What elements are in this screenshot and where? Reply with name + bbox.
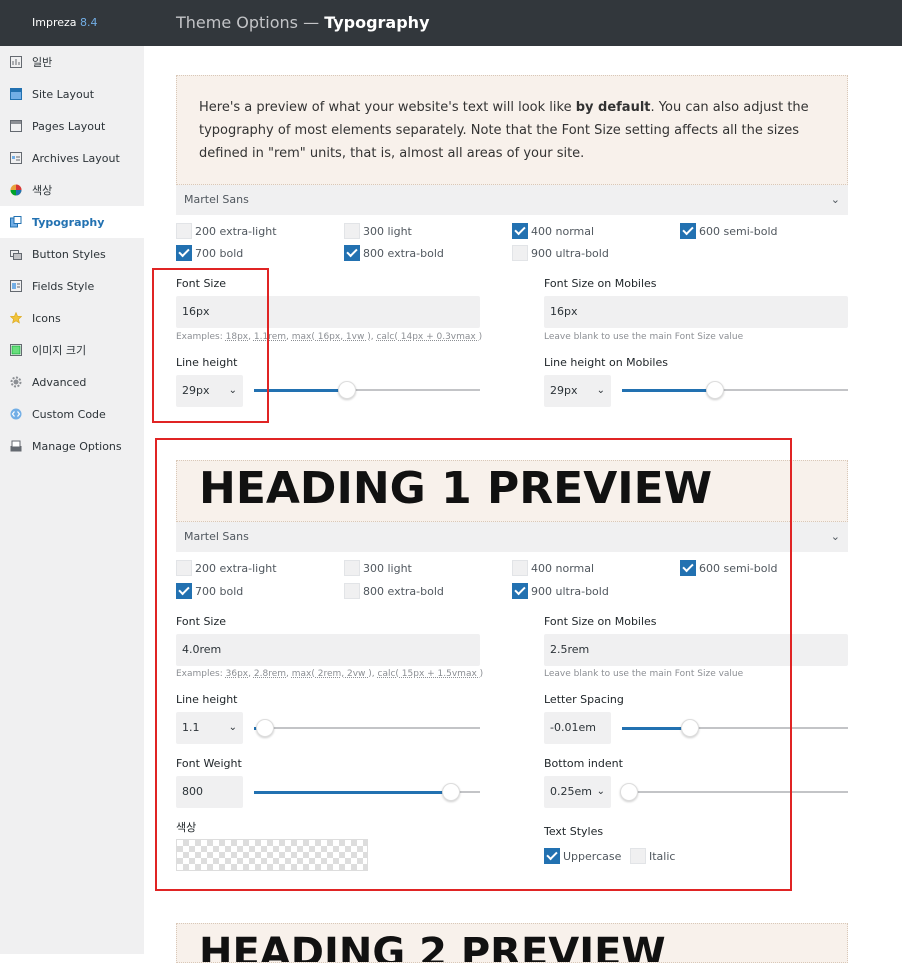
weight-checkbox[interactable]: 200 extra-light (176, 222, 277, 240)
checkbox[interactable] (344, 245, 360, 261)
brand: Impreza 8.4 (0, 0, 144, 46)
main-content: Here's a preview of what your website's … (144, 46, 902, 963)
line-height-slider-handle[interactable] (337, 381, 356, 399)
checkbox[interactable] (512, 245, 528, 261)
highlight-box-heading-1 (155, 438, 792, 891)
sidebar-item-label: Fields Style (32, 279, 95, 293)
line-height-mobile-label: Line height on Mobiles (544, 356, 668, 369)
h2-preview-text: HEADING 2 PREVIEW (199, 930, 666, 963)
site-layout-icon (10, 88, 22, 100)
checkbox[interactable] (176, 245, 192, 261)
sidebar-item-label: Manage Options (32, 439, 122, 453)
sidebar-item-custom-code[interactable]: Custom Code (0, 398, 144, 430)
sidebar-item-label: Site Layout (32, 87, 95, 101)
chevron-down-icon: ⌄ (596, 385, 605, 396)
sidebar-item-button-styles[interactable]: Button Styles (0, 238, 144, 270)
app-version: 8.4 (80, 16, 98, 29)
sidebar-item-site-layout[interactable]: Site Layout (0, 78, 144, 110)
sidebar-item-manage-options[interactable]: Manage Options (0, 430, 144, 462)
pages-layout-icon (10, 120, 22, 132)
admin-sidebar: Impreza 8.4 일반 Site Layout Pages Layout … (0, 0, 144, 954)
line-height-mobile-slider-fill (622, 388, 715, 392)
sidebar-item-image-sizes[interactable]: 이미지 크기 (0, 334, 144, 366)
weight-checkbox[interactable]: 300 light (344, 222, 412, 240)
sidebar-item-label: Custom Code (32, 407, 106, 421)
chevron-down-icon: ⌄ (830, 530, 840, 543)
chevron-down-icon: ⌄ (830, 193, 840, 206)
button-styles-icon (10, 250, 22, 260)
sidebar-item-label: Typography (32, 215, 105, 229)
line-height-mobile-select[interactable]: 29px ⌄ (544, 375, 611, 407)
sidebar-item-label: Pages Layout (32, 119, 106, 133)
sidebar-item-label: Icons (32, 311, 61, 325)
intro-text: Here's a preview of what your website's … (199, 100, 809, 161)
mobile-hint: Leave blank to use the main Font Size va… (544, 332, 744, 342)
star-icon (10, 312, 22, 324)
general-icon (10, 56, 22, 68)
sidebar-item-advanced[interactable]: Advanced (0, 366, 144, 398)
sidebar-item-label: 일반 (32, 56, 53, 69)
sidebar-item-archives-layout[interactable]: Archives Layout (0, 142, 144, 174)
sidebar-item-pages-layout[interactable]: Pages Layout (0, 110, 144, 142)
sidebar-item-fields-style[interactable]: Fields Style (0, 270, 144, 302)
sidebar-item-label: Button Styles (32, 247, 106, 261)
sidebar-item-general[interactable]: 일반 (0, 46, 144, 78)
image-size-icon (10, 344, 22, 356)
checkbox[interactable] (344, 223, 360, 239)
line-height-mobile-slider-handle[interactable] (705, 381, 724, 399)
app-name: Impreza (32, 16, 77, 29)
archives-layout-icon (10, 152, 22, 164)
weight-checkbox[interactable]: 600 semi-bold (680, 222, 777, 240)
font-size-mobile-input[interactable]: 16px (544, 296, 848, 328)
sidebar-item-colors[interactable]: 색상 (0, 174, 144, 206)
weight-checkbox[interactable]: 400 normal (512, 222, 594, 240)
weight-checkbox[interactable]: 800 extra-bold (344, 244, 444, 262)
checkbox[interactable] (176, 223, 192, 239)
typography-icon (10, 216, 22, 228)
manage-options-icon (10, 440, 22, 452)
color-wheel-icon (10, 184, 22, 196)
highlight-box-body-font-size (152, 268, 269, 423)
sidebar-item-label: Archives Layout (32, 151, 120, 165)
sidebar-item-label: 색상 (32, 184, 53, 197)
body-font-family-select[interactable]: Martel Sans ⌄ (176, 185, 848, 215)
gear-icon (10, 376, 22, 388)
checkbox[interactable] (680, 223, 696, 239)
weight-checkbox[interactable]: 900 ultra-bold (512, 244, 609, 262)
page-header: Theme Options — Typography (144, 0, 902, 46)
sidebar-item-label: Advanced (32, 375, 87, 389)
weight-checkbox[interactable]: 700 bold (176, 244, 243, 262)
h2-preview-panel: HEADING 2 PREVIEW (176, 923, 848, 963)
code-icon (10, 408, 22, 420)
font-family-value: Martel Sans (184, 193, 249, 206)
page-title: Typography (324, 13, 430, 32)
checkbox[interactable] (512, 223, 528, 239)
header-prefix: Theme Options — (176, 13, 325, 32)
font-size-mobile-label: Font Size on Mobiles (544, 277, 657, 290)
sidebar-item-typography[interactable]: Typography (0, 206, 144, 238)
fields-style-icon (10, 280, 22, 292)
sidebar-item-label: 이미지 크기 (32, 344, 87, 357)
intro-panel: Here's a preview of what your website's … (176, 75, 848, 185)
sidebar-item-icons[interactable]: Icons (0, 302, 144, 334)
